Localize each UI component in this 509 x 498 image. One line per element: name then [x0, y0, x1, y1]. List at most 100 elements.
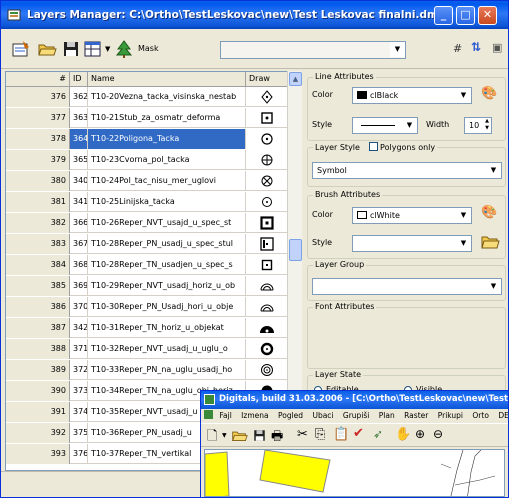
digitals-map-canvas[interactable]: [204, 449, 505, 497]
open-folder-icon[interactable]: [37, 39, 57, 59]
row-name-cell[interactable]: T10-28Reper_TN_usadjen_u_spec_s: [88, 255, 246, 275]
header-name[interactable]: Name: [88, 72, 246, 87]
row-draw-cell[interactable]: [246, 234, 288, 254]
dropdown-arrow-icon[interactable]: ▼: [222, 432, 227, 439]
row-name-cell[interactable]: T10-26Reper_NVT_usajd_u_spec_st: [88, 213, 246, 233]
menu-item[interactable]: Raster: [404, 411, 428, 420]
table-row[interactable]: 386 370 T10-30Reper_PN_Usadj_hori_u_obje: [6, 297, 300, 317]
row-id-cell[interactable]: 371: [70, 339, 88, 359]
row-name-cell[interactable]: T10-24Pol_tac_nisu_mer_uglovi: [88, 171, 246, 191]
table-row[interactable]: 376 362 T10-20Vezna_tacka_visinska_nestab: [6, 87, 300, 107]
row-name-cell[interactable]: T10-28Reper_PN_usadj_u_spec_stul: [88, 234, 246, 254]
row-id-cell[interactable]: 365: [70, 150, 88, 170]
open-folder-icon[interactable]: [231, 427, 248, 444]
chevron-down-icon[interactable]: ▼: [486, 279, 501, 294]
row-id-cell[interactable]: 372: [70, 360, 88, 380]
table-view-icon[interactable]: [83, 39, 103, 59]
row-number-cell[interactable]: 389: [6, 360, 70, 380]
row-id-cell[interactable]: 364: [70, 129, 88, 149]
row-draw-cell[interactable]: [246, 318, 288, 338]
menu-item[interactable]: Grupiši: [343, 411, 369, 420]
scroll-up-icon[interactable]: ▲: [289, 72, 302, 86]
row-name-cell[interactable]: T10-25Linijska_tacka: [88, 192, 246, 212]
header-id[interactable]: ID: [70, 72, 88, 87]
layer-style-combo[interactable]: Symbol ▼: [312, 162, 502, 179]
line-color-combo[interactable]: clBlack ▼: [352, 87, 472, 104]
row-draw-cell[interactable]: [246, 339, 288, 359]
spinner-icon[interactable]: ▲ ▼: [483, 118, 491, 133]
row-draw-cell[interactable]: [246, 276, 288, 296]
row-number-cell[interactable]: 383: [6, 234, 70, 254]
row-id-cell[interactable]: 374: [70, 402, 88, 422]
save-icon[interactable]: [252, 428, 267, 443]
row-draw-cell[interactable]: [246, 213, 288, 233]
row-number-cell[interactable]: 385: [6, 276, 70, 296]
row-number-cell[interactable]: 391: [6, 402, 70, 422]
settings-icon[interactable]: ▣: [492, 41, 502, 54]
header-draw[interactable]: Draw: [246, 72, 288, 87]
print-icon[interactable]: 🖶: [271, 427, 283, 449]
palette-icon[interactable]: 🎨: [481, 205, 497, 220]
mask-combo[interactable]: ▼: [220, 41, 406, 59]
row-number-cell[interactable]: 387: [6, 318, 70, 338]
row-name-cell[interactable]: T10-22Poligona_Tacka: [88, 129, 246, 149]
row-number-cell[interactable]: 393: [6, 444, 70, 464]
menu-item[interactable]: DEM: [498, 411, 508, 420]
table-row[interactable]: 378 364 T10-22Poligona_Tacka: [6, 129, 300, 149]
row-draw-cell[interactable]: [246, 150, 288, 170]
new-file-icon[interactable]: 🗋: [207, 427, 217, 449]
digitals-title-bar[interactable]: Digitals, build 31.03.2006 - [C:\Ortho\T…: [201, 391, 508, 409]
table-row[interactable]: 381 341 T10-25Linijska_tacka: [6, 192, 300, 212]
row-name-cell[interactable]: T10-32Reper_NVT_usadj_u_uglu_o: [88, 339, 246, 359]
copy-icon[interactable]: ⎘: [315, 427, 325, 442]
line-style-combo[interactable]: ▼: [352, 117, 418, 134]
pan-icon[interactable]: ✋: [395, 427, 411, 442]
row-draw-cell[interactable]: [246, 255, 288, 275]
header-num[interactable]: #: [6, 72, 70, 87]
row-draw-cell[interactable]: [246, 171, 288, 191]
row-draw-cell[interactable]: [246, 192, 288, 212]
table-row[interactable]: 382 366 T10-26Reper_NVT_usajd_u_spec_st: [6, 213, 300, 233]
scroll-thumb[interactable]: [289, 239, 302, 261]
menu-item[interactable]: Prikupi: [438, 411, 463, 420]
check-icon[interactable]: ✔: [353, 426, 364, 441]
table-row[interactable]: 389 372 T10-33Reper_PN_na_uglu_usadj_ho: [6, 360, 300, 380]
row-id-cell[interactable]: 367: [70, 234, 88, 254]
row-id-cell[interactable]: 342: [70, 318, 88, 338]
table-row[interactable]: 380 340 T10-24Pol_tac_nisu_mer_uglovi: [6, 171, 300, 191]
save-icon[interactable]: [61, 39, 81, 59]
table-row[interactable]: 385 369 T10-29Reper_NVT_usadj_horiz_u_ob: [6, 276, 300, 296]
paste-icon[interactable]: 📋: [333, 427, 349, 442]
row-draw-cell[interactable]: [246, 108, 288, 128]
row-id-cell[interactable]: 340: [70, 171, 88, 191]
digitals-window[interactable]: Digitals, build 31.03.2006 - [C:\Ortho\T…: [200, 390, 509, 498]
menu-item[interactable]: Ubaci: [312, 411, 333, 420]
row-number-cell[interactable]: 382: [6, 213, 70, 233]
sort-icon[interactable]: ⇅: [471, 40, 481, 54]
row-draw-cell[interactable]: [246, 360, 288, 380]
chevron-down-icon[interactable]: ▼: [402, 118, 417, 133]
chevron-down-icon[interactable]: ▼: [390, 42, 405, 57]
row-draw-cell[interactable]: [246, 87, 288, 107]
cut-icon[interactable]: ✂: [297, 427, 308, 442]
table-row[interactable]: 388 371 T10-32Reper_NVT_usadj_u_uglu_o: [6, 339, 300, 359]
table-row[interactable]: 383 367 T10-28Reper_PN_usadj_u_spec_stul: [6, 234, 300, 254]
digitals-doc-icon[interactable]: [204, 410, 213, 419]
edit-layer-icon[interactable]: [11, 39, 31, 59]
row-name-cell[interactable]: T10-23Cvorna_pol_tacka: [88, 150, 246, 170]
zoom-in-icon[interactable]: ⊕: [415, 427, 425, 441]
row-number-cell[interactable]: 381: [6, 192, 70, 212]
palette-icon[interactable]: 🎨: [481, 86, 497, 101]
row-number-cell[interactable]: 380: [6, 171, 70, 191]
row-number-cell[interactable]: 379: [6, 150, 70, 170]
row-draw-cell[interactable]: [246, 297, 288, 317]
brush-color-combo[interactable]: clWhite ▼: [352, 207, 472, 224]
row-number-cell[interactable]: 392: [6, 423, 70, 443]
open-folder-icon[interactable]: [480, 233, 500, 251]
minimize-button[interactable]: _: [434, 6, 453, 25]
pointer-icon[interactable]: ➶: [373, 427, 383, 441]
row-number-cell[interactable]: 384: [6, 255, 70, 275]
maximize-button[interactable]: □: [456, 6, 475, 25]
chevron-down-icon[interactable]: ▼: [486, 163, 501, 178]
menu-item[interactable]: Izmena: [241, 411, 268, 420]
